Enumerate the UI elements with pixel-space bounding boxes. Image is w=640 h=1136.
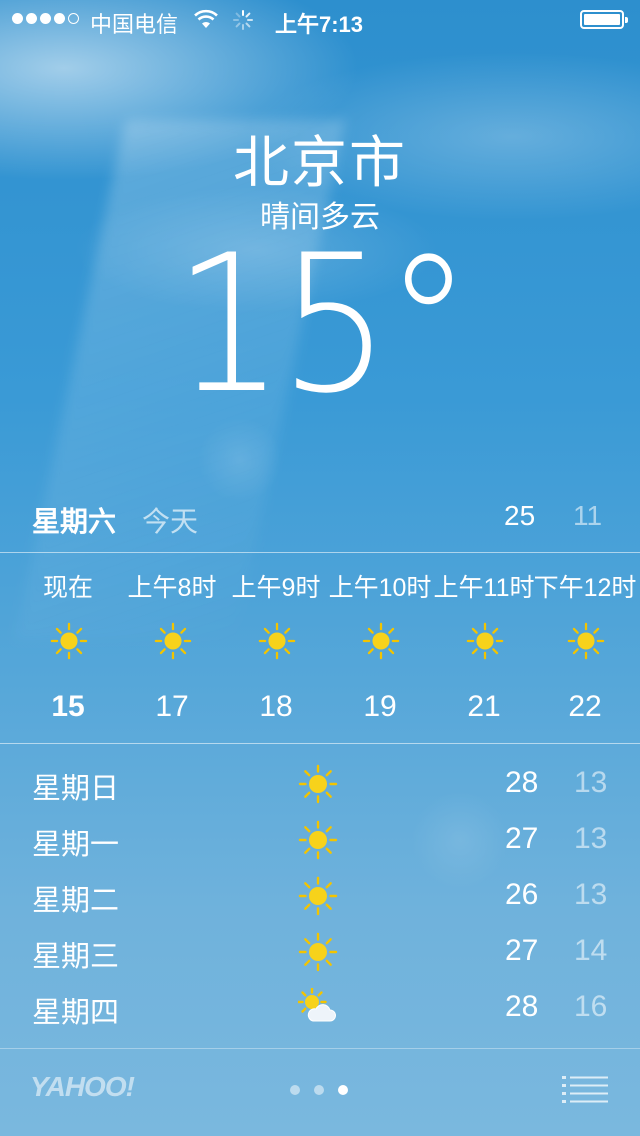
day-low: 13 (574, 822, 608, 855)
sun-icon (298, 932, 338, 972)
today-label: 今天 (142, 506, 199, 537)
hour-temperature: 17 (155, 690, 189, 723)
day-high: 27 (505, 934, 539, 967)
divider (0, 743, 640, 744)
signal-strength-icon (12, 13, 79, 24)
daily-row: 星期四 28 16 (0, 980, 640, 1036)
hour-time-label: 下午12时 (533, 574, 637, 602)
page-indicator[interactable] (290, 1085, 348, 1095)
day-name: 星期一 (32, 829, 120, 861)
sun-icon (298, 764, 338, 804)
city-list-icon[interactable] (562, 1075, 610, 1105)
hourly-item: 上午8时 17 (117, 568, 227, 728)
today-summary: 星期六 今天 25 11 (32, 496, 612, 540)
sun-icon (362, 622, 400, 660)
day-name: 星期日 (32, 773, 120, 805)
day-low: 14 (574, 934, 608, 967)
day-low: 13 (574, 878, 608, 911)
hourly-forecast[interactable]: 现在 15 上午8时 17 上午9时 18 上午10时 19 上午11时 21 … (0, 568, 640, 738)
wifi-icon (194, 9, 218, 28)
yahoo-logo-link[interactable]: YAHOO! (30, 1071, 135, 1103)
today-low: 11 (573, 500, 603, 531)
carrier-name: 中国电信 (90, 12, 179, 37)
day-high: 28 (505, 990, 539, 1023)
sun-icon (466, 622, 504, 660)
day-name: 星期三 (32, 941, 120, 973)
hour-temperature: 15 (51, 690, 85, 723)
hour-time-label: 上午11时 (433, 574, 535, 602)
sun-icon (298, 876, 338, 916)
hour-time-label: 上午8时 (127, 574, 217, 602)
daily-row: 星期日 28 13 (0, 756, 640, 812)
page-dot-active[interactable] (338, 1085, 348, 1095)
daily-row: 星期一 27 13 (0, 812, 640, 868)
hour-time-label: 上午10时 (328, 574, 432, 602)
divider (0, 552, 640, 553)
day-high: 27 (505, 822, 539, 855)
hour-time-label: 现在 (42, 574, 93, 602)
battery-icon (580, 10, 628, 29)
day-low: 16 (574, 990, 608, 1023)
hour-time-label: 上午9时 (231, 574, 321, 602)
day-name: 星期二 (32, 885, 120, 917)
daily-row: 星期二 26 13 (0, 868, 640, 924)
hourly-item: 上午11时 21 (429, 568, 539, 728)
hour-temperature: 22 (568, 690, 602, 723)
status-bar: 中国电信 上午7:13 (0, 0, 640, 40)
daily-row: 星期三 27 14 (0, 924, 640, 980)
page-dot[interactable] (290, 1085, 300, 1095)
day-name: 星期四 (32, 997, 120, 1029)
page-dot[interactable] (314, 1085, 324, 1095)
hourly-item: 下午12时 22 (530, 568, 640, 728)
current-temperature: 15° (173, 214, 472, 435)
status-time: 上午7:13 (275, 12, 364, 37)
sun-icon (154, 622, 192, 660)
day-low: 13 (574, 766, 608, 799)
hour-temperature: 18 (259, 690, 293, 723)
sun-icon (50, 622, 88, 660)
hour-temperature: 21 (467, 690, 501, 723)
day-high: 28 (505, 766, 539, 799)
activity-spinner-icon (233, 10, 253, 30)
today-day-name: 星期六 (32, 506, 117, 537)
today-high: 25 (504, 500, 536, 531)
footer-toolbar: YAHOO! (0, 1049, 640, 1136)
hourly-item: 上午9时 18 (221, 568, 331, 728)
partly-cloudy-icon (298, 988, 336, 1022)
city-name: 北京市 (233, 131, 407, 194)
hourly-item: 现在 15 (13, 568, 123, 728)
hourly-item: 上午10时 19 (325, 568, 435, 728)
sun-icon (258, 622, 296, 660)
sun-icon (298, 820, 338, 860)
hour-temperature: 19 (363, 690, 397, 723)
day-high: 26 (505, 878, 539, 911)
sun-icon (567, 622, 605, 660)
